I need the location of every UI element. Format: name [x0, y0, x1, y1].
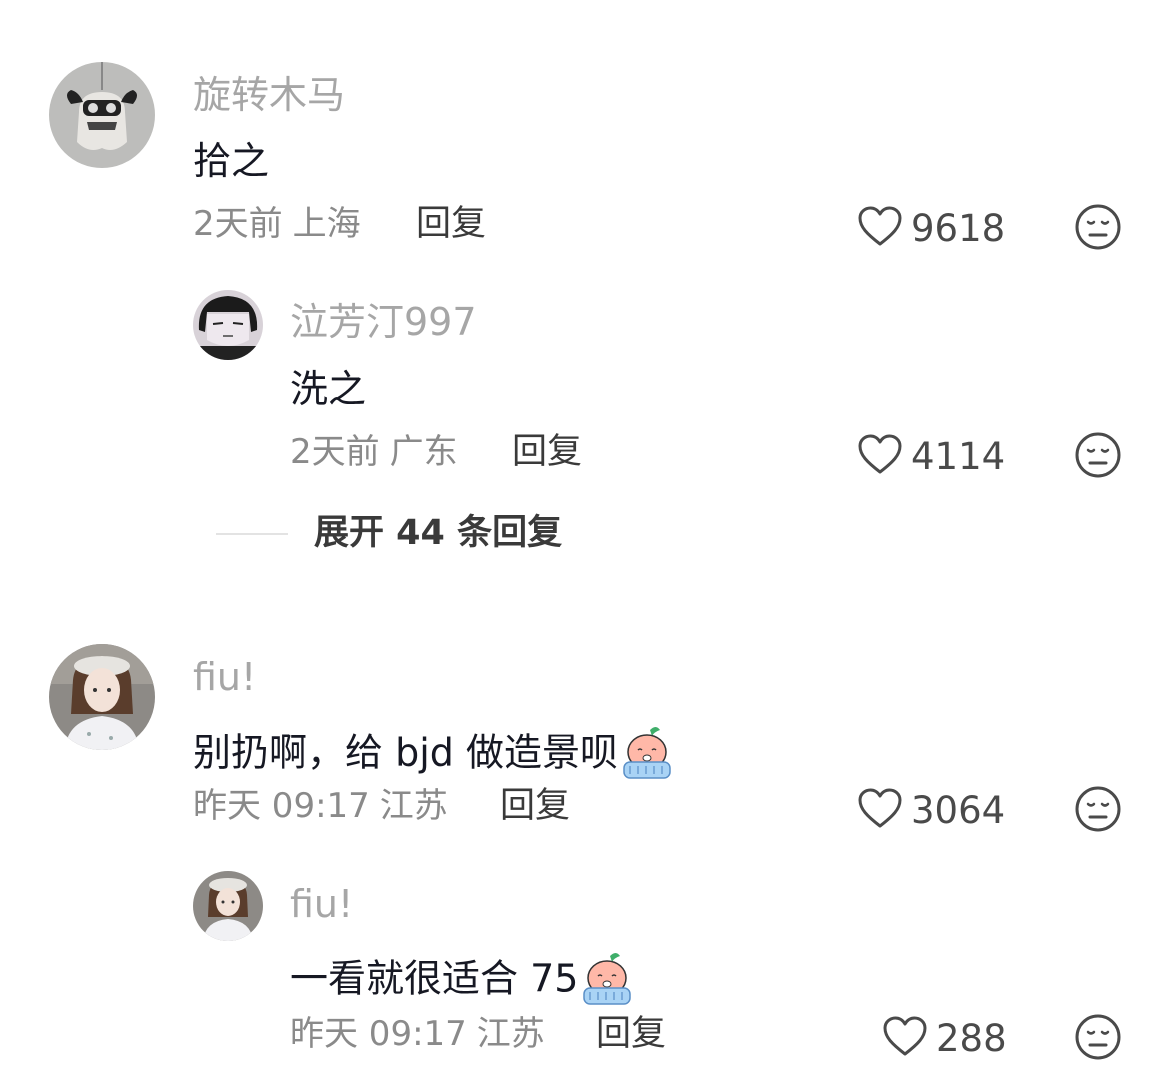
reply-button[interactable]: 回复 [416, 207, 486, 242]
crying-emoji-icon [578, 950, 636, 1012]
reply-button[interactable]: 回复 [500, 789, 570, 824]
comment-date: 2天前 [290, 432, 380, 472]
unamused-face-icon[interactable] [1074, 203, 1122, 251]
avatar-image [49, 644, 155, 750]
comment-date: 2天前 [193, 204, 283, 244]
comment-text-body: 别扔啊，给 bjd 做造景呗 [193, 730, 618, 775]
comment-meta: 2天前 广东 [290, 435, 458, 469]
comment-text: 洗之 [290, 367, 367, 411]
avatar-image [193, 290, 263, 360]
reply-button[interactable]: 回复 [512, 435, 582, 470]
heart-outline-icon [857, 787, 903, 833]
like-count: 9618 [911, 206, 1006, 250]
expand-replies-button[interactable]: 展开 44 条回复 [216, 516, 562, 551]
avatar[interactable] [193, 290, 263, 360]
avatar-image [193, 871, 263, 941]
comment-date: 昨天 09:17 [193, 786, 370, 826]
divider-line [216, 532, 288, 535]
like-button[interactable]: 4114 [857, 433, 1005, 479]
expand-replies-label: 展开 44 条回复 [314, 513, 563, 553]
like-count: 4114 [911, 434, 1006, 478]
heart-outline-icon [882, 1015, 928, 1061]
avatar[interactable] [49, 62, 155, 168]
comment-text: 一看就很适合 75 [290, 950, 636, 1012]
username[interactable]: 泣芳汀997 [290, 303, 477, 341]
heart-outline-icon [857, 433, 903, 479]
username[interactable]: 旋转木马 [193, 76, 345, 114]
like-button[interactable]: 3064 [857, 787, 1005, 833]
reply-button[interactable]: 回复 [596, 1017, 666, 1052]
comment-meta: 昨天 09:17 江苏 [193, 789, 448, 823]
unamused-face-icon[interactable] [1074, 1013, 1122, 1061]
avatar-image [49, 62, 155, 168]
avatar[interactable] [193, 871, 263, 941]
comment-meta: 昨天 09:17 江苏 [290, 1017, 545, 1051]
comment-text: 别扔啊，给 bjd 做造景呗 [193, 724, 676, 786]
comment-location: 上海 [292, 204, 361, 244]
unamused-face-icon[interactable] [1074, 431, 1122, 479]
like-button[interactable]: 9618 [857, 205, 1005, 251]
avatar[interactable] [49, 644, 155, 750]
comment-location: 广东 [389, 432, 458, 472]
comment-location: 江苏 [476, 1014, 545, 1054]
comment-text: 拾之 [193, 139, 270, 183]
comment-location: 江苏 [379, 786, 448, 826]
comment-text-body: 一看就很适合 75 [290, 956, 579, 1001]
crying-emoji-icon [618, 724, 676, 786]
like-count: 3064 [911, 788, 1006, 832]
username[interactable]: fiu! [193, 658, 256, 696]
like-button[interactable]: 288 [882, 1015, 1007, 1061]
username[interactable]: fiu! [290, 885, 353, 923]
unamused-face-icon[interactable] [1074, 785, 1122, 833]
like-count: 288 [936, 1016, 1007, 1060]
comment-meta: 2天前 上海 [193, 207, 361, 241]
comment-date: 昨天 09:17 [290, 1014, 467, 1054]
heart-outline-icon [857, 205, 903, 251]
